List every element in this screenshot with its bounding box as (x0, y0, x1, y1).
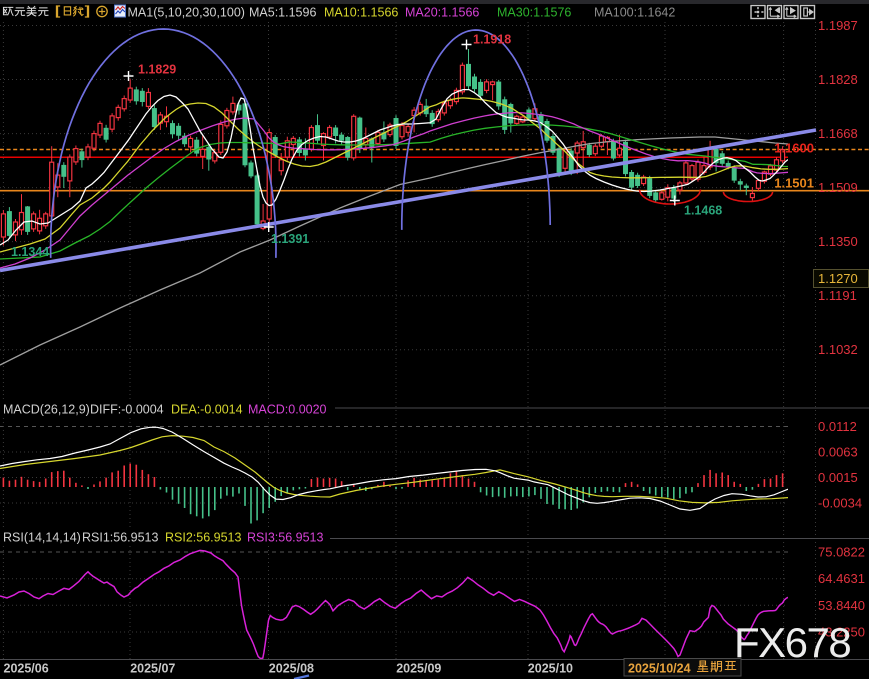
svg-text:2025/10: 2025/10 (528, 662, 573, 676)
svg-text:MA100:1.1642: MA100:1.1642 (594, 6, 675, 20)
svg-text:0.0063: 0.0063 (818, 445, 858, 460)
svg-text:75.0822: 75.0822 (818, 545, 865, 560)
svg-text:2025/10/24: 2025/10/24 (628, 662, 691, 676)
svg-text:1.1668: 1.1668 (818, 126, 858, 141)
svg-text:1.1600: 1.1600 (774, 141, 814, 156)
svg-text:0.0112: 0.0112 (818, 419, 857, 434)
svg-text:1.1270: 1.1270 (818, 271, 858, 286)
svg-text:1.1344: 1.1344 (11, 245, 49, 259)
svg-text:1.1350: 1.1350 (818, 234, 858, 249)
svg-text:1.1987: 1.1987 (818, 18, 858, 33)
svg-text:1.1829: 1.1829 (138, 63, 176, 77)
svg-text:MA20:1.1566: MA20:1.1566 (405, 6, 479, 20)
svg-text:RSI2:56.9513: RSI2:56.9513 (165, 531, 241, 545)
svg-text:64.4631: 64.4631 (818, 571, 865, 586)
svg-text:0.0015: 0.0015 (818, 470, 858, 485)
svg-text:RSI3:56.9513: RSI3:56.9513 (247, 531, 323, 545)
svg-text:1.1918: 1.1918 (473, 33, 511, 47)
svg-text:1.1468: 1.1468 (684, 204, 722, 218)
svg-text:1.1191: 1.1191 (818, 288, 857, 303)
svg-text:1.1501: 1.1501 (774, 176, 814, 191)
svg-text:-0.0034: -0.0034 (818, 496, 862, 511)
svg-text:53.8440: 53.8440 (818, 598, 865, 613)
svg-text:DEA:-0.0014: DEA:-0.0014 (171, 403, 243, 417)
svg-text:1.1391: 1.1391 (271, 232, 309, 246)
svg-text:MA1(5,10,20,30,100): MA1(5,10,20,30,100) (128, 6, 245, 20)
svg-text:2025/08: 2025/08 (269, 662, 314, 676)
svg-text:2025/06: 2025/06 (4, 662, 49, 676)
svg-text:RSI1:56.9513: RSI1:56.9513 (82, 531, 158, 545)
svg-text:MACD(26,12,9): MACD(26,12,9) (3, 403, 90, 417)
svg-text:FX678: FX678 (734, 619, 850, 666)
svg-text:DIFF:-0.0004: DIFF:-0.0004 (90, 403, 164, 417)
svg-text:MA10:1.1566: MA10:1.1566 (324, 6, 398, 20)
svg-text:MA30:1.1576: MA30:1.1576 (497, 6, 571, 20)
svg-text:2025/07: 2025/07 (130, 662, 175, 676)
svg-text:1.1828: 1.1828 (818, 72, 858, 87)
svg-text:MA5:1.1596: MA5:1.1596 (249, 6, 316, 20)
svg-text:MACD:0.0020: MACD:0.0020 (248, 403, 327, 417)
svg-text:1.1032: 1.1032 (818, 342, 858, 357)
svg-text:2025/09: 2025/09 (396, 662, 441, 676)
svg-text:1.1509: 1.1509 (818, 180, 858, 195)
svg-text:RSI(14,14,14): RSI(14,14,14) (3, 531, 81, 545)
